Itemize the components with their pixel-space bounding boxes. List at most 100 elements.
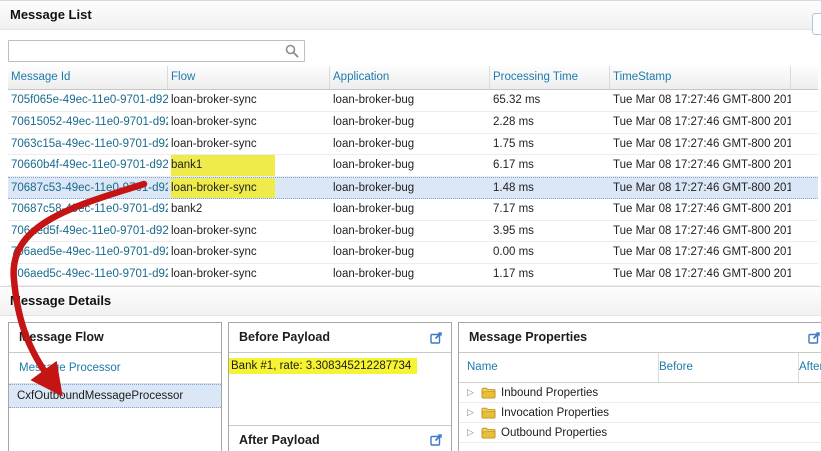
processing-time-cell: 2.28 ms <box>490 112 610 133</box>
before-payload-content: Bank #1, rate: 3.308345212287734 <box>229 358 451 374</box>
application-cell: loan-broker-bug <box>330 90 490 111</box>
flow-cell: loan-broker-sync <box>168 242 330 263</box>
highlight-mark: loan-broker-sync <box>171 178 275 198</box>
message-id-link[interactable]: 70615052-49ec-11e0-9701-d92 <box>8 112 168 133</box>
processing-time-cell: 7.17 ms <box>490 199 610 220</box>
flow-cell: loan-broker-sync <box>168 90 330 111</box>
message-list-title: Message List <box>0 0 821 30</box>
message-id-link[interactable]: 7063c15a-49ec-11e0-9701-d92 <box>8 134 168 155</box>
timestamp-cell: Tue Mar 08 17:27:46 GMT-800 2011 <box>610 112 791 133</box>
popout-icon[interactable] <box>430 331 443 344</box>
partial-control-button[interactable] <box>812 13 821 35</box>
expand-triangle-icon[interactable]: ▷ <box>467 428 476 438</box>
search-input[interactable] <box>8 40 305 62</box>
application-cell: loan-broker-bug <box>330 242 490 263</box>
table-row[interactable]: 7063c15a-49ec-11e0-9701-d92 loan-broker-… <box>8 134 818 156</box>
flow-cell: loan-broker-sync <box>168 112 330 133</box>
before-payload-panel-title: Before Payload <box>229 323 451 353</box>
highlight-mark: bank1 <box>171 155 275 176</box>
timestamp-cell: Tue Mar 08 17:27:46 GMT-800 2011 <box>610 242 791 263</box>
application-cell: loan-broker-bug <box>330 221 490 242</box>
processing-time-cell: 1.48 ms <box>490 178 610 198</box>
application-cell: loan-broker-bug <box>330 134 490 155</box>
table-row[interactable]: 705f065e-49ec-11e0-9701-d92l loan-broker… <box>8 90 818 112</box>
timestamp-cell: Tue Mar 08 17:27:46 GMT-800 2011 <box>610 90 791 111</box>
application-cell: loan-broker-bug <box>330 178 490 198</box>
timestamp-cell: Tue Mar 08 17:27:46 GMT-800 2011 <box>610 199 791 220</box>
column-header-after[interactable]: After <box>799 353 821 382</box>
table-row[interactable]: 70687c58-49ec-11e0-9701-d92 bank2 loan-b… <box>8 199 818 221</box>
table-row[interactable]: 706aed5c-49ec-11e0-9701-d92 loan-broker-… <box>8 264 818 286</box>
processing-time-cell: 1.17 ms <box>490 264 610 285</box>
property-group-row[interactable]: ▷ Inbound Properties <box>459 383 821 403</box>
flow-cell-highlighted: bank1 <box>168 155 330 176</box>
property-group-label: Inbound Properties <box>501 387 598 399</box>
message-processor-row-selected[interactable]: CxfOutboundMessageProcessor <box>9 384 221 408</box>
column-header-message-processor[interactable]: Message Processor <box>9 353 221 384</box>
before-payload-panel: Before Payload Bank #1, rate: 3.30834521… <box>228 322 452 451</box>
application-cell: loan-broker-bug <box>330 199 490 220</box>
message-table-body: 705f065e-49ec-11e0-9701-d92l loan-broker… <box>8 90 818 286</box>
message-properties-panel-title: Message Properties <box>459 323 821 353</box>
column-header-processing-time[interactable]: Processing Time <box>490 66 610 89</box>
expand-triangle-icon[interactable]: ▷ <box>467 408 476 418</box>
message-details-title: Message Details <box>0 286 821 316</box>
column-header-message-id[interactable]: Message Id <box>8 66 168 89</box>
folder-icon <box>481 427 496 439</box>
message-id-link[interactable]: 70660b4f-49ec-11e0-9701-d92l <box>8 155 168 176</box>
column-header-flow[interactable]: Flow <box>168 66 330 89</box>
message-details-panels: Message Flow Message Processor CxfOutbou… <box>0 322 821 451</box>
timestamp-cell: Tue Mar 08 17:27:46 GMT-800 2011 <box>610 264 791 285</box>
application-cell: loan-broker-bug <box>330 264 490 285</box>
flow-cell: loan-broker-sync <box>168 221 330 242</box>
flow-cell: loan-broker-sync <box>168 264 330 285</box>
table-row[interactable]: 706aed5f-49ec-11e0-9701-d92l loan-broker… <box>8 221 818 243</box>
property-group-label: Invocation Properties <box>501 407 609 419</box>
message-id-link[interactable]: 70687c58-49ec-11e0-9701-d92 <box>8 199 168 220</box>
table-row[interactable]: 70660b4f-49ec-11e0-9701-d92l bank1 loan-… <box>8 155 818 177</box>
expand-triangle-icon[interactable]: ▷ <box>467 388 476 398</box>
highlighted-payload-text: Bank #1, rate: 3.308345212287734 <box>229 358 417 374</box>
column-header-application[interactable]: Application <box>330 66 490 89</box>
property-group-label: Outbound Properties <box>501 427 607 439</box>
property-group-row[interactable]: ▷ Invocation Properties <box>459 403 821 423</box>
column-header-before[interactable]: Before <box>659 353 799 382</box>
message-id-link[interactable]: 706aed5f-49ec-11e0-9701-d92l <box>8 221 168 242</box>
application-cell: loan-broker-bug <box>330 155 490 176</box>
search-icon <box>285 44 299 58</box>
flow-cell: bank2 <box>168 199 330 220</box>
table-row[interactable]: 70615052-49ec-11e0-9701-d92 loan-broker-… <box>8 112 818 134</box>
flow-cell: loan-broker-sync <box>168 134 330 155</box>
popout-icon[interactable] <box>808 331 821 344</box>
message-id-link[interactable]: 706aed5c-49ec-11e0-9701-d92 <box>8 264 168 285</box>
column-header-spacer <box>791 66 818 89</box>
properties-table-header: Name Before After <box>459 353 821 383</box>
timestamp-cell: Tue Mar 08 17:27:46 GMT-800 2011 <box>610 221 791 242</box>
property-group-row[interactable]: ▷ Outbound Properties <box>459 423 821 443</box>
folder-icon <box>481 387 496 399</box>
processing-time-cell: 0.00 ms <box>490 242 610 263</box>
message-flow-panel-title: Message Flow <box>9 323 221 353</box>
processing-time-cell: 3.95 ms <box>490 221 610 242</box>
after-payload-panel-title: After Payload <box>229 425 451 451</box>
folder-icon <box>481 407 496 419</box>
timestamp-cell: Tue Mar 08 17:27:46 GMT-800 2011 <box>610 178 791 198</box>
message-id-link[interactable]: 706aed5e-49ec-11e0-9701-d92 <box>8 242 168 263</box>
application-cell: loan-broker-bug <box>330 112 490 133</box>
column-header-name[interactable]: Name <box>467 353 659 382</box>
column-header-timestamp[interactable]: TimeStamp <box>610 66 791 89</box>
message-properties-panel: Message Properties Name Before After ▷ I… <box>458 322 821 451</box>
message-table-header: Message Id Flow Application Processing T… <box>8 66 818 90</box>
message-id-link[interactable]: 70687c53-49ec-11e0-9701-d92 <box>8 178 168 198</box>
processing-time-cell: 65.32 ms <box>490 90 610 111</box>
message-table: Message Id Flow Application Processing T… <box>8 66 818 286</box>
processing-time-cell: 6.17 ms <box>490 155 610 176</box>
flow-cell-highlighted: loan-broker-sync <box>168 178 330 198</box>
processing-time-cell: 1.75 ms <box>490 134 610 155</box>
table-row-selected[interactable]: 70687c53-49ec-11e0-9701-d92 loan-broker-… <box>8 177 818 199</box>
table-row[interactable]: 706aed5e-49ec-11e0-9701-d92 loan-broker-… <box>8 242 818 264</box>
timestamp-cell: Tue Mar 08 17:27:46 GMT-800 2011 <box>610 155 791 176</box>
timestamp-cell: Tue Mar 08 17:27:46 GMT-800 2011 <box>610 134 791 155</box>
popout-icon[interactable] <box>430 433 443 446</box>
message-id-link[interactable]: 705f065e-49ec-11e0-9701-d92l <box>8 90 168 111</box>
